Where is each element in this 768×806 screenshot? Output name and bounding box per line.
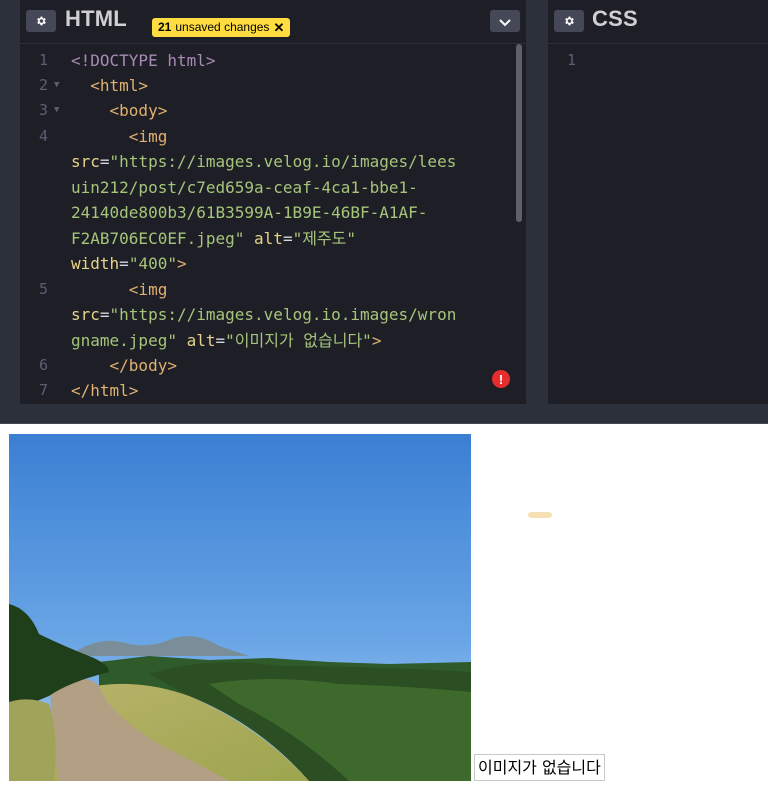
chevron-down-icon xyxy=(499,12,511,31)
fold-arrow-icon[interactable]: ▼ xyxy=(54,98,59,123)
line-number: 6 xyxy=(38,356,48,374)
editor-bottom-resize-bar[interactable] xyxy=(0,404,768,424)
html-settings-button[interactable] xyxy=(26,10,56,32)
code-editor-area: HTML 21 unsaved changes ✕ 1 2 ▼ 3 ▼ 4 5 xyxy=(0,0,768,424)
code-line: <img xyxy=(128,280,168,299)
code-line: <img xyxy=(128,127,168,146)
code-line: src="https://images.velog.io/images/lees xyxy=(71,152,457,171)
close-icon[interactable]: ✕ xyxy=(273,18,284,37)
code-line: <html> xyxy=(90,76,149,95)
code-line: gname.jpeg" alt="이미지가 없습니다"> xyxy=(71,331,382,350)
editor-scrollbar[interactable] xyxy=(516,44,522,222)
unsaved-count: 21 xyxy=(158,20,172,34)
decorative-smudge xyxy=(528,512,552,518)
html-pane-title: HTML xyxy=(65,6,127,31)
fold-arrow-icon[interactable]: ▼ xyxy=(54,73,59,98)
css-pane-title: CSS xyxy=(592,6,638,31)
code-line: 24140de800b3/61B3599A-1B9E-46BF-A1AF- xyxy=(71,203,428,222)
jeju-landscape-image xyxy=(9,434,471,781)
html-code-editor[interactable]: 1 2 ▼ 3 ▼ 4 5 6 7 <!DOCTYPE html> <html>… xyxy=(20,48,526,404)
css-code-editor[interactable]: 1 xyxy=(548,48,768,404)
line-number: 1 xyxy=(38,51,48,69)
result-preview: 이미지가 없습니다 xyxy=(0,424,768,806)
code-line: <!DOCTYPE html> xyxy=(71,51,216,70)
error-icon[interactable]: ! xyxy=(492,370,510,388)
code-line: F2AB706EC0EF.jpeg" alt="제주도" xyxy=(71,229,357,248)
html-pane-header: HTML 21 unsaved changes ✕ xyxy=(20,0,526,44)
line-number: 4 xyxy=(38,127,48,145)
gear-icon xyxy=(35,12,47,31)
css-settings-button[interactable] xyxy=(554,10,584,32)
line-number: 7 xyxy=(38,381,48,399)
code-line: </body> xyxy=(109,356,177,375)
css-editor-pane: CSS 1 xyxy=(548,0,768,404)
unsaved-label: unsaved changes xyxy=(175,20,270,34)
line-number: 5 xyxy=(38,280,48,298)
broken-image-alt-text: 이미지가 없습니다 xyxy=(474,754,605,781)
left-resize-gutter[interactable] xyxy=(0,0,20,404)
code-line: src="https://images.velog.io.images/wron xyxy=(71,305,457,324)
line-number: 2 xyxy=(38,76,48,94)
line-number: 1 xyxy=(566,51,576,69)
code-line: <body> xyxy=(109,101,168,120)
unsaved-changes-badge[interactable]: 21 unsaved changes ✕ xyxy=(152,18,291,37)
css-pane-header: CSS xyxy=(548,0,768,44)
html-editor-pane: HTML 21 unsaved changes ✕ 1 2 ▼ 3 ▼ 4 5 xyxy=(20,0,526,404)
code-line: </html> xyxy=(71,381,139,400)
pane-resize-handle[interactable] xyxy=(526,0,548,404)
code-line: width="400"> xyxy=(71,254,187,273)
gear-icon xyxy=(563,12,575,31)
code-line: uin212/post/c7ed659a-ceaf-4ca1-bbe1- xyxy=(71,178,418,197)
line-number: 3 xyxy=(38,101,48,119)
html-pane-collapse-button[interactable] xyxy=(490,10,520,32)
